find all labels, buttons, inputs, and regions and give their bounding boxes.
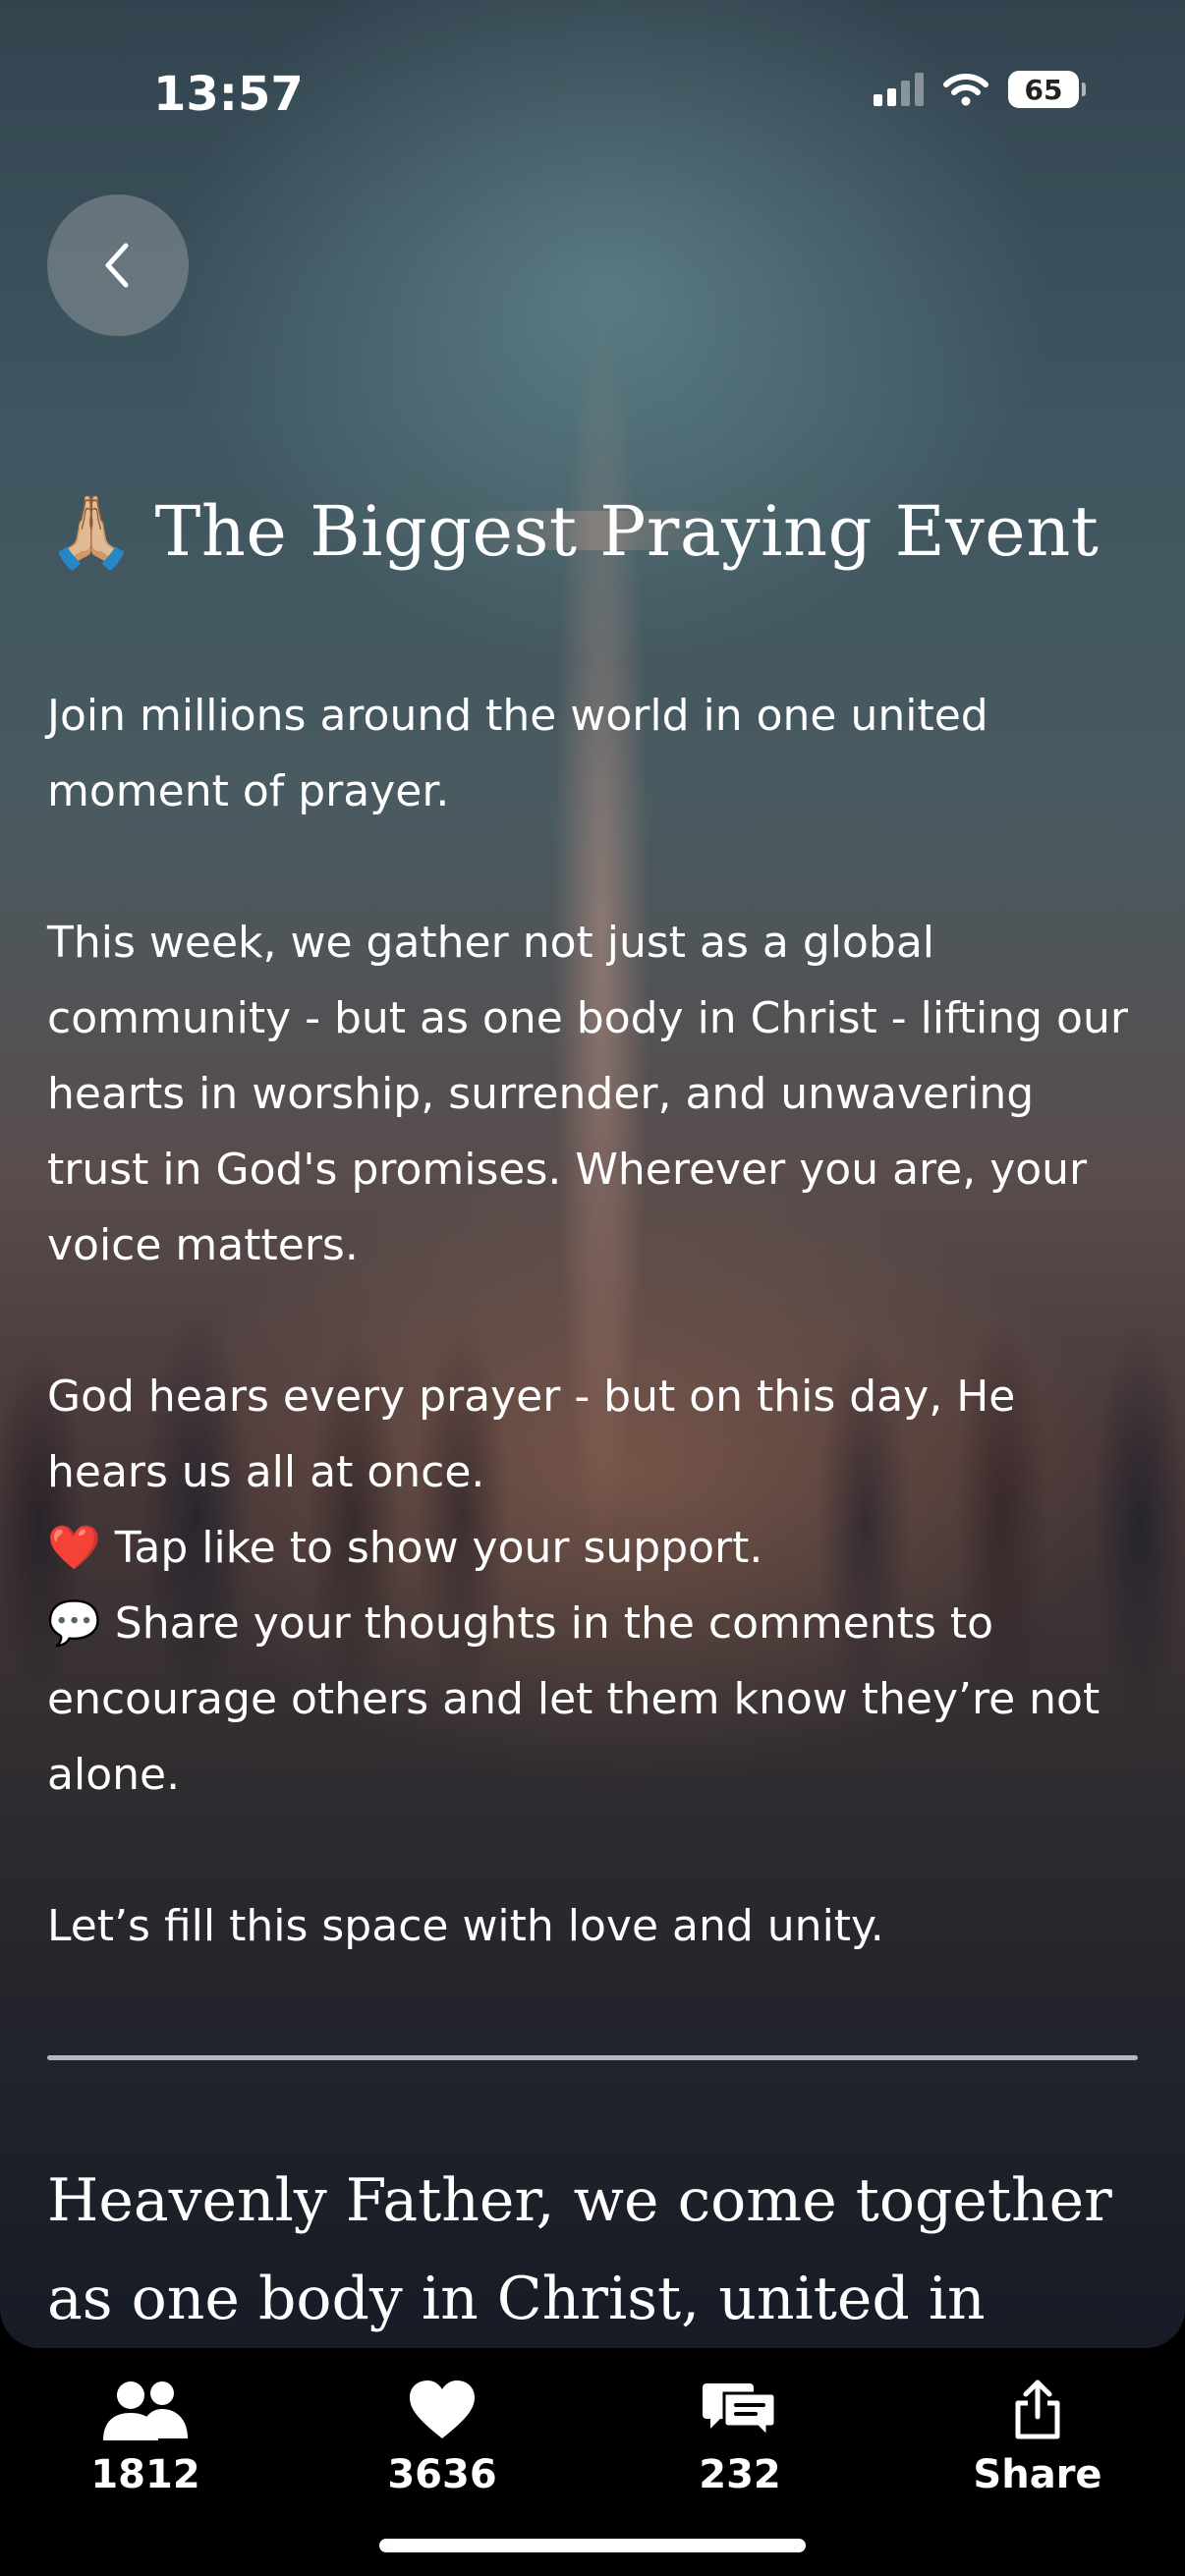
- post-body: Join millions around the world in one un…: [47, 678, 1148, 1964]
- wifi-icon: [943, 74, 988, 106]
- post-title: The Biggest Praying Event: [154, 491, 1100, 572]
- back-button[interactable]: [47, 195, 189, 336]
- divider: [47, 2055, 1138, 2060]
- post-intro: Join millions around the world in one un…: [47, 691, 988, 816]
- comment-prompt: 💬 Share your thoughts in the comments to…: [47, 1586, 1148, 1813]
- post-paragraph: God hears every prayer - but on this day…: [47, 1372, 1016, 1497]
- prayer-text: Heavenly Father, we come together as one…: [47, 2166, 1112, 2333]
- battery-icon: 65: [1008, 71, 1086, 108]
- comments-count: 232: [699, 2452, 781, 2497]
- heart-icon: [410, 2380, 475, 2438]
- chevron-left-icon: [105, 243, 129, 288]
- comments-icon: [703, 2383, 777, 2440]
- share-icon: [1015, 2380, 1060, 2439]
- share-label: Share: [973, 2452, 1102, 2497]
- like-button[interactable]: 3636: [334, 2380, 550, 2497]
- post-closing: Let’s fill this space with love and unit…: [47, 1901, 884, 1951]
- post-title-row: 🙏🏼 The Biggest Praying Event: [47, 491, 1099, 572]
- status-time: 13:57: [153, 67, 304, 122]
- participants-button[interactable]: 1812: [37, 2380, 254, 2497]
- speech-bubble-emoji: 💬: [47, 1598, 101, 1649]
- comments-button[interactable]: 232: [632, 2380, 848, 2497]
- post-paragraph: This week, we gather not just as a globa…: [47, 918, 1128, 1270]
- praying-hands-emoji: 🙏🏼: [47, 490, 136, 573]
- share-button[interactable]: Share: [930, 2380, 1146, 2497]
- cellular-signal-icon: [874, 73, 924, 106]
- likes-count: 3636: [387, 2452, 497, 2497]
- participants-count: 1812: [90, 2452, 200, 2497]
- heart-emoji: ❤️: [47, 1523, 101, 1573]
- comment-prompt-text: Share your thoughts in the comments to e…: [47, 1598, 1100, 1800]
- battery-level: 65: [1024, 73, 1063, 106]
- people-icon: [103, 2381, 188, 2440]
- like-prompt-text: Tap like to show your support.: [114, 1523, 763, 1573]
- post-screen: 13:57 65 🙏🏼 The Biggest Praying Event Jo…: [0, 0, 1185, 2348]
- home-indicator[interactable]: [379, 2539, 806, 2552]
- status-icons: 65: [874, 71, 1086, 108]
- like-prompt: ❤️ Tap like to show your support.: [47, 1510, 1148, 1586]
